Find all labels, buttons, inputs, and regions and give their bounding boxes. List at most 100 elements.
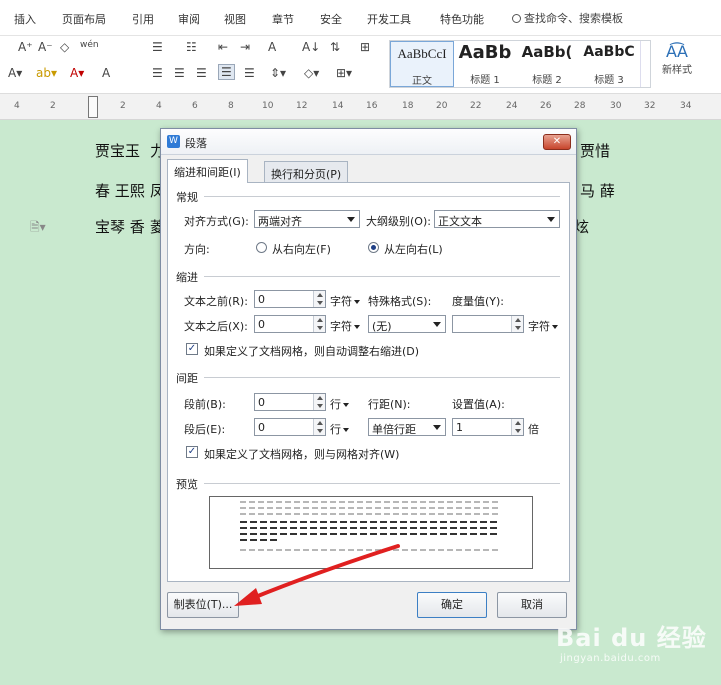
tab-chapter[interactable]: 章节 (272, 11, 294, 27)
indent-before-unit[interactable]: 字符 (330, 293, 360, 309)
snap-to-grid-checkbox[interactable]: ✓ (186, 446, 198, 458)
style-preview: AaBb( (521, 43, 573, 61)
tab-security[interactable]: 安全 (320, 11, 342, 27)
tab-features[interactable]: 特色功能 (440, 11, 484, 27)
shading-icon[interactable]: ◇▾ (304, 66, 319, 80)
font-color-icon[interactable]: A▾ (70, 66, 84, 80)
space-before-spinner[interactable]: 0 (254, 393, 326, 411)
tab-indent-spacing[interactable]: 缩进和间距(I) (167, 159, 248, 183)
ltr-label: 从左向右(L) (384, 243, 443, 256)
spinner-arrows-icon[interactable] (511, 316, 523, 332)
watermark-url: jingyan.baidu.com (560, 653, 661, 664)
setting-value-label: 设置值(A): (452, 398, 505, 411)
setting-value: 1 (456, 421, 463, 434)
paragraph-spacing-icon[interactable]: ⇕▾ (270, 66, 286, 80)
text-effect-icon[interactable]: A▾ (8, 66, 22, 80)
horizontal-ruler[interactable]: 4 2 2 4 6 8 10 12 14 16 18 20 22 24 26 2… (0, 94, 721, 120)
measure-spinner[interactable] (452, 315, 524, 333)
style-heading-2[interactable]: AaBb( 标题 2 (516, 41, 578, 87)
space-after-unit[interactable]: 行 (330, 421, 349, 437)
style-caption: 正文 (412, 76, 432, 87)
ruler-number: 18 (402, 101, 414, 111)
indent-before-value: 0 (258, 293, 265, 306)
indent-after-unit[interactable]: 字符 (330, 318, 360, 334)
new-style-button[interactable]: A͡A 新样式 (655, 42, 699, 76)
space-after-label: 段后(E): (184, 423, 226, 436)
spinner-arrows-icon[interactable] (313, 419, 325, 435)
font-grow-icon[interactable]: A⁺ (18, 40, 33, 54)
decrease-indent-icon[interactable]: ⇤ (218, 40, 228, 54)
ltr-radio[interactable] (368, 242, 379, 253)
auto-adjust-checkbox[interactable]: ✓ (186, 343, 198, 355)
ruler-number: 14 (332, 101, 344, 111)
indent-after-value: 0 (258, 318, 265, 331)
distributed-align-icon[interactable]: ☰ (244, 66, 255, 80)
tab-review[interactable]: 审阅 (178, 11, 200, 27)
ruler-number: 8 (228, 101, 234, 111)
cancel-button[interactable]: 取消 (497, 592, 567, 618)
font-shrink-icon[interactable]: A⁻ (38, 40, 53, 54)
style-gallery-scroll[interactable] (640, 41, 650, 87)
doc-line-3-left: 宝琴 香 (95, 218, 145, 236)
dialog-titlebar[interactable]: W 段落 ✕ (161, 129, 576, 155)
phonetic-guide-icon[interactable]: wén (80, 40, 99, 50)
indent-marker[interactable] (88, 96, 98, 118)
chevron-down-icon (433, 322, 441, 327)
ruler-number: 32 (644, 101, 656, 111)
align-justify-icon[interactable]: ☰ (218, 64, 235, 80)
align-value: 两端对齐 (258, 215, 302, 228)
baidu-watermark: Bai du 经验 jingyan.baidu.com (556, 618, 707, 664)
line-spacing-icon[interactable]: ⇅ (330, 40, 340, 54)
spinner-arrows-icon[interactable] (511, 419, 523, 435)
setting-value-spinner[interactable]: 1 (452, 418, 524, 436)
table-border-icon[interactable]: ⊞ (360, 40, 370, 54)
style-heading-1[interactable]: AaBb 标题 1 (454, 41, 516, 87)
align-select[interactable]: 两端对齐 (254, 210, 360, 228)
space-after-spinner[interactable]: 0 (254, 418, 326, 436)
align-right-icon[interactable]: ☰ (196, 66, 207, 80)
special-format-select[interactable]: (无) (368, 315, 446, 333)
app-icon: W (167, 135, 180, 148)
align-center-icon[interactable]: ☰ (174, 66, 185, 80)
char-scale-icon[interactable]: A (268, 40, 276, 54)
spinner-arrows-icon[interactable] (313, 291, 325, 307)
align-label: 对齐方式(G): (184, 215, 249, 228)
tab-developer[interactable]: 开发工具 (367, 11, 411, 27)
space-before-unit[interactable]: 行 (330, 396, 349, 412)
bullet-list-icon[interactable]: ☰ (152, 40, 163, 54)
line-spacing-select[interactable]: 单倍行距 (368, 418, 446, 436)
section-general: 常规 (176, 191, 198, 204)
tab-page-layout[interactable]: 页面布局 (62, 11, 106, 27)
increase-indent-icon[interactable]: ⇥ (240, 40, 250, 54)
clear-format-icon[interactable]: ◇ (60, 40, 69, 54)
chevron-down-icon (552, 325, 558, 329)
highlight-icon[interactable]: ab▾ (36, 66, 57, 80)
tab-references[interactable]: 引用 (132, 11, 154, 27)
style-preview: AaBbCcI (397, 46, 447, 61)
style-heading-3[interactable]: AaBbC 标题 3 (578, 41, 640, 87)
ok-button[interactable]: 确定 (417, 592, 487, 618)
command-search[interactable]: 查找命令、搜索模板 (512, 10, 623, 26)
tab-view[interactable]: 视图 (224, 11, 246, 27)
char-shading-icon[interactable]: A (102, 66, 110, 80)
style-normal[interactable]: AaBbCcI 正文 (390, 41, 454, 87)
border-icon[interactable]: ⊞▾ (336, 66, 352, 80)
indent-before-spinner[interactable]: 0 (254, 290, 326, 308)
spinner-arrows-icon[interactable] (313, 394, 325, 410)
indent-after-spinner[interactable]: 0 (254, 315, 326, 333)
space-before-value: 0 (258, 396, 265, 409)
sort-icon[interactable]: A↓ (302, 40, 320, 54)
chevron-down-icon (354, 325, 360, 329)
preview-prev-line (240, 501, 500, 503)
paragraph-mark-icon[interactable]: 🗎▾ (30, 218, 46, 239)
tab-line-page-breaks[interactable]: 换行和分页(P) (264, 161, 349, 183)
tab-insert[interactable]: 插入 (14, 11, 36, 27)
numbered-list-icon[interactable]: ☷ (186, 40, 197, 54)
align-left-icon[interactable]: ☰ (152, 66, 163, 80)
measure-unit[interactable]: 字符 (528, 318, 558, 334)
chevron-down-icon (343, 428, 349, 432)
close-button[interactable]: ✕ (543, 134, 571, 150)
rtl-radio[interactable] (256, 242, 267, 253)
spinner-arrows-icon[interactable] (313, 316, 325, 332)
outline-level-select[interactable]: 正文文本 (434, 210, 560, 228)
